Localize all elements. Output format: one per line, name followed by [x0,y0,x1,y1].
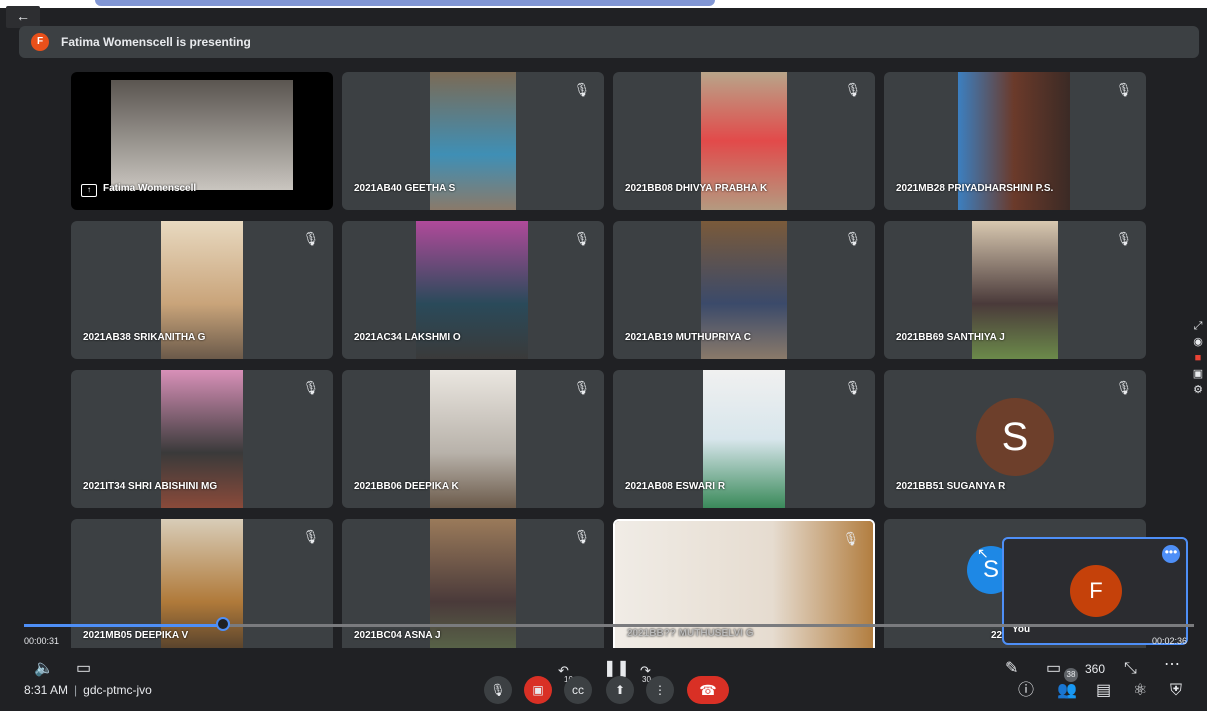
mic-muted-icon [573,82,590,98]
minimize-icon[interactable]: ⤡ [1124,660,1137,678]
self-view-tile[interactable]: ••• F You [1002,537,1188,645]
participant-tile[interactable]: ↑ Fatima Womenscell [71,72,333,210]
progress-fill [24,624,223,627]
mic-muted-icon [573,529,590,545]
participant-name: 2021MB05 DEEPIKA V [83,630,189,641]
participant-tile[interactable]: 2021BB69 SANTHIYA J [884,221,1146,359]
mic-muted-icon [1115,380,1132,396]
activities-icon[interactable]: ⚛ [1133,682,1147,700]
participant-tile[interactable]: 2021BB?? MUTHUSELVI G [613,519,875,657]
participant-tile[interactable]: 2021AB40 GEETHA S [342,72,604,210]
presenting-banner: F Fatima Womenscell is presenting [19,26,1199,58]
participant-name: 2021BB08 DHIVYA PRABHA K [625,183,768,194]
participant-name: 2021AB08 ESWARI R [625,481,726,492]
chat-icon[interactable]: ▤ [1096,682,1111,700]
elapsed-time: 00:00:31 [24,636,60,646]
progress-handle[interactable] [215,617,230,631]
participant-count-label: 22 [991,630,1003,641]
captions-button[interactable]: cc [564,676,592,704]
side-toolbar: ⤢ ◉ ■ ▣ ⚙ [1191,318,1205,398]
more-options-button[interactable]: ⋮ [646,676,674,704]
camera-off-button[interactable]: ▣ [524,676,552,704]
participant-tile[interactable]: 2021IT34 SHRI ABISHINI MG [71,370,333,508]
top-strip [0,0,1207,8]
mic-muted-icon [573,231,590,247]
participant-avatar: S [976,398,1054,476]
presenter-avatar: F [31,33,49,51]
mic-muted-icon [1115,231,1132,247]
participant-name: 2021IT34 SHRI ABISHINI MG [83,481,218,492]
separator: | [74,683,78,697]
participant-count-badge: 38 [1064,668,1078,682]
participant-name: 2021AC34 LAKSHMI O [354,332,461,343]
expand-icon[interactable]: ⤢ [1191,318,1205,334]
clock-time: 8:31 AM [24,683,69,697]
meeting-info: 8:31 AM | gdc-ptmc-jvo [24,683,152,697]
participant-name: 2021BB?? MUTHUSELVI G [627,628,754,639]
participant-tile[interactable]: 2021AB08 ESWARI R [613,370,875,508]
volume-icon[interactable]: 🔈 [34,660,54,678]
mic-muted-icon [302,231,319,247]
mic-muted-icon [302,380,319,396]
self-avatar: F [1070,565,1122,617]
mic-muted-icon [844,82,861,98]
mic-muted-icon [573,380,590,396]
presenting-icon: ↑ [81,184,97,197]
participant-video [430,519,516,657]
participant-tile[interactable]: 2021BB06 DEEPIKA K [342,370,604,508]
participant-name: 2021BB69 SANTHIYA J [896,332,1005,343]
participant-name: 2021AB38 SRIKANITHA G [83,332,206,343]
participant-tile[interactable]: 2021BC04 ASNA J [342,519,604,657]
bottom-bar [0,648,1207,711]
video-progress-bar[interactable] [24,617,1194,631]
participant-name: 2021AB40 GEETHA S [354,183,456,194]
camera-icon[interactable]: ◉ [1191,334,1205,350]
meeting-code: gdc-ptmc-jvo [83,683,152,697]
mic-muted-icon [1115,82,1132,98]
people-icon[interactable]: 👥 [1057,682,1077,700]
pen-icon[interactable]: ✎ [1005,660,1018,678]
presentation-video [111,80,293,190]
mic-muted-icon [844,380,861,396]
mic-muted-icon [842,531,859,547]
participant-tile[interactable]: 2021BB08 DHIVYA PRABHA K [613,72,875,210]
captions-icon[interactable]: ▭ [76,660,91,678]
microphone-button[interactable]: 🎙 [484,676,512,704]
host-controls-icon[interactable]: ⛨ [1170,682,1182,700]
end-call-button[interactable]: ☎ [687,676,729,704]
present-button[interactable]: ⬆ [606,676,634,704]
mic-muted-icon [302,529,319,545]
image-icon[interactable]: ▣ [1191,366,1205,382]
back-button[interactable]: ← [6,6,40,28]
record-icon[interactable]: ■ [1191,350,1205,366]
participant-tile[interactable]: 2021AC34 LAKSHMI O [342,221,604,359]
info-icon[interactable]: ⓘ [1018,682,1034,700]
vr-360-icon[interactable]: 360 [1085,660,1105,678]
participant-tile[interactable]: 2021AB38 SRIKANITHA G [71,221,333,359]
more-options-icon[interactable]: ••• [1162,545,1180,563]
presenting-text: Fatima Womenscell is presenting [61,35,251,49]
participant-name: 2021BB51 SUGANYA R [896,481,1006,492]
mic-muted-icon [844,231,861,247]
settings-icon[interactable]: ⚙ [1191,382,1205,398]
mouse-cursor-icon: ↖ [977,545,989,561]
participant-tile[interactable]: 2021AB19 MUTHUPRIYA C [613,221,875,359]
participant-tile[interactable]: 2021MB05 DEEPIKA V [71,519,333,657]
participant-name: Fatima Womenscell [103,183,197,194]
participant-tile[interactable]: S 2021BB51 SUGANYA R [884,370,1146,508]
participant-name: 2021MB28 PRIYADHARSHINI P.S. [896,183,1054,194]
picture-in-picture-icon[interactable]: ▭ [1046,660,1061,678]
participant-tile[interactable]: 2021MB28 PRIYADHARSHINI P.S. [884,72,1146,210]
total-time: 00:02:36 [1151,636,1187,646]
participant-name: 2021AB19 MUTHUPRIYA C [625,332,751,343]
participant-name: 2021BC04 ASNA J [354,630,441,641]
overflow-menu-icon[interactable]: ⋯ [1164,656,1180,674]
header-graphic [95,0,715,6]
participant-name: 2021BB06 DEEPIKA K [354,481,459,492]
